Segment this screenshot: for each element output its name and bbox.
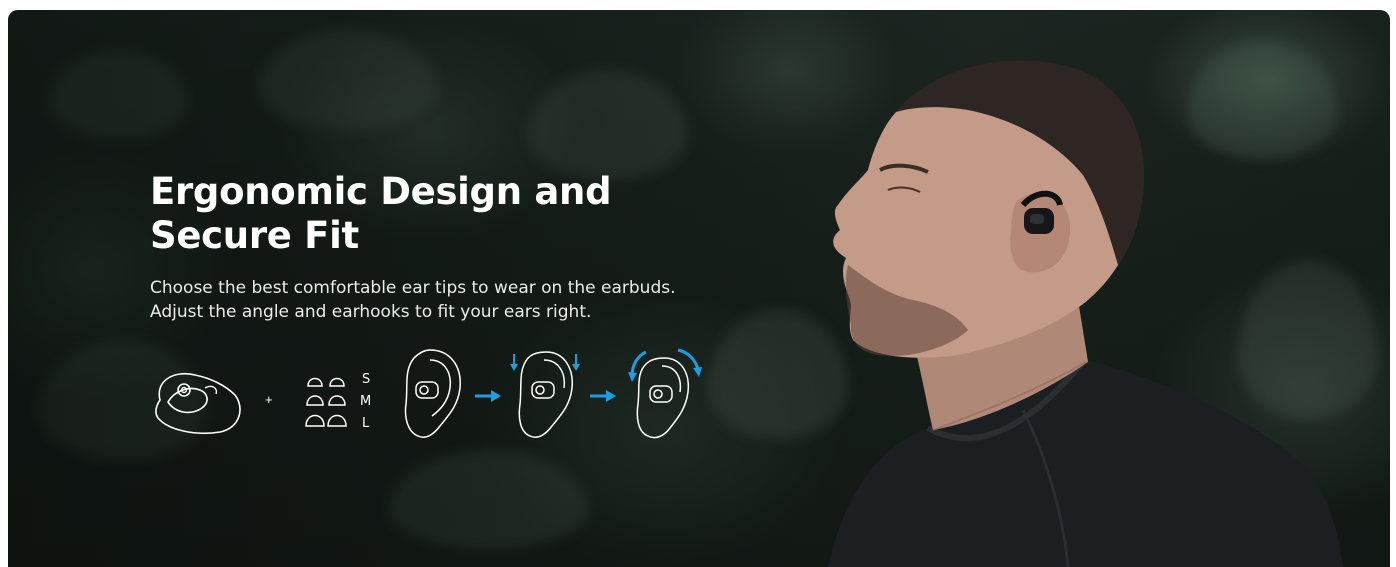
arrow-right-icon bbox=[590, 390, 616, 402]
arrow-right-icon bbox=[475, 390, 501, 402]
headline-line: Ergonomic Design and bbox=[150, 170, 612, 213]
plus-sign: + bbox=[265, 392, 273, 407]
hero-banner: Ergonomic Design and Secure Fit Choose t… bbox=[8, 10, 1390, 567]
description-line: Adjust the angle and earhooks to fit you… bbox=[150, 302, 592, 322]
description-line: Choose the best comfortable ear tips to … bbox=[150, 278, 676, 298]
ear-tips-icon bbox=[305, 377, 347, 427]
size-label-m: M bbox=[360, 394, 372, 409]
ear-step-1-icon bbox=[404, 349, 461, 438]
earbud-icon bbox=[155, 373, 241, 435]
headline: Ergonomic Design and Secure Fit bbox=[150, 170, 770, 258]
description: Choose the best comfortable ear tips to … bbox=[150, 276, 770, 324]
fit-steps: + S M L bbox=[150, 340, 710, 440]
headline-line: Secure Fit bbox=[150, 214, 359, 257]
text-block: Ergonomic Design and Secure Fit Choose t… bbox=[150, 170, 770, 324]
ear-step-2-icon bbox=[510, 351, 580, 438]
ear-step-3-icon bbox=[628, 348, 702, 439]
size-label-l: L bbox=[362, 416, 370, 431]
size-label-s: S bbox=[362, 372, 371, 387]
